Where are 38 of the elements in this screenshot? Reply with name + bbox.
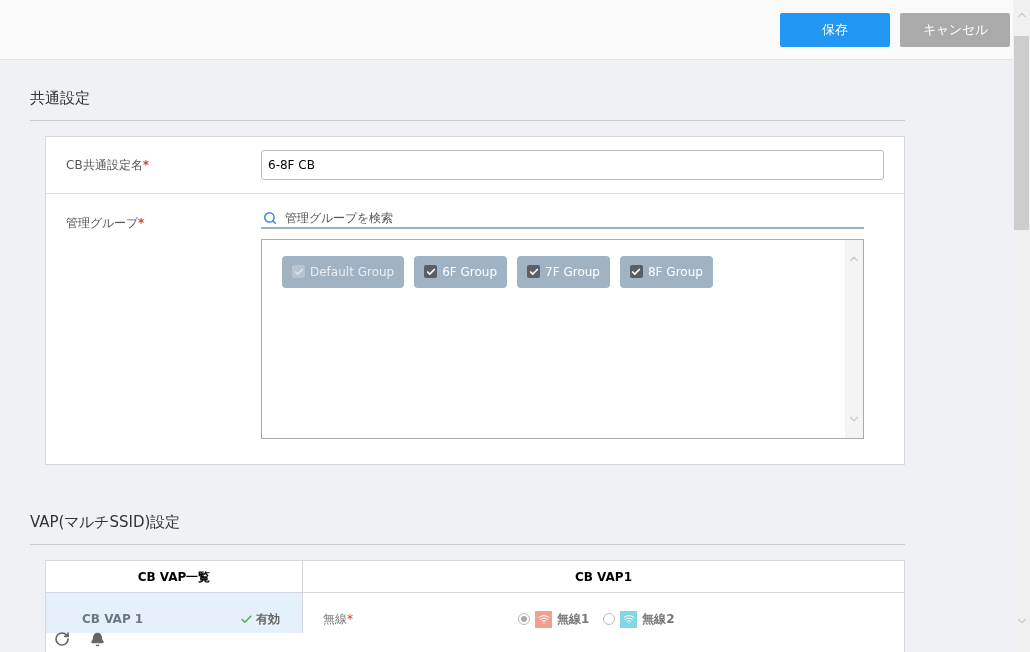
check-icon (425, 266, 436, 277)
group-label: 8F Group (648, 263, 703, 281)
vap-name: CB VAP 1 (82, 611, 144, 628)
save-button[interactable]: 保存 (780, 12, 890, 47)
cancel-button[interactable]: キャンセル (900, 12, 1010, 47)
group-label: 6F Group (442, 263, 498, 281)
group-chip[interactable]: 8F Group (620, 255, 713, 288)
name-input[interactable]: 6-8F CB (261, 149, 884, 180)
table-header: CB VAP1 (573, 568, 633, 586)
bell-icon[interactable] (90, 631, 105, 647)
list-scrollbar[interactable] (845, 239, 863, 438)
radio-label: 無線1 (557, 611, 590, 628)
section-title: VAP(マルチSSID)設定 (30, 510, 905, 545)
section-title: 共通設定 (30, 87, 905, 121)
scrollbar-thumb[interactable] (1014, 36, 1029, 230)
checkbox[interactable] (527, 265, 541, 278)
radio-label: 無線2 (642, 611, 675, 628)
field-label: 管理グループ* (66, 215, 145, 230)
checkbox[interactable] (424, 265, 438, 278)
status-label: 有効 (256, 611, 280, 628)
checkbox[interactable] (630, 265, 643, 278)
check-icon (631, 266, 642, 277)
group-chip[interactable]: 7F Group (517, 255, 610, 288)
group-label: Default Group (310, 263, 395, 281)
refresh-icon[interactable] (54, 631, 70, 647)
field-label: CB共通設定名* (66, 157, 149, 172)
check-icon (528, 266, 539, 277)
search-icon (263, 210, 277, 225)
radio-option[interactable]: 無線1 (518, 610, 590, 628)
field-label: 無線* (323, 612, 353, 626)
page-scrollbar[interactable] (1013, 0, 1030, 652)
check-icon (293, 266, 304, 277)
group-chip[interactable]: 6F Group (414, 255, 508, 288)
check-icon (240, 612, 253, 626)
table-header: CB VAP一覧 (46, 561, 303, 592)
radio-option[interactable]: 無線2 (603, 610, 675, 628)
vap-list-item[interactable]: CB VAP 1 有効 (46, 593, 303, 633)
group-label: 7F Group (545, 263, 600, 281)
